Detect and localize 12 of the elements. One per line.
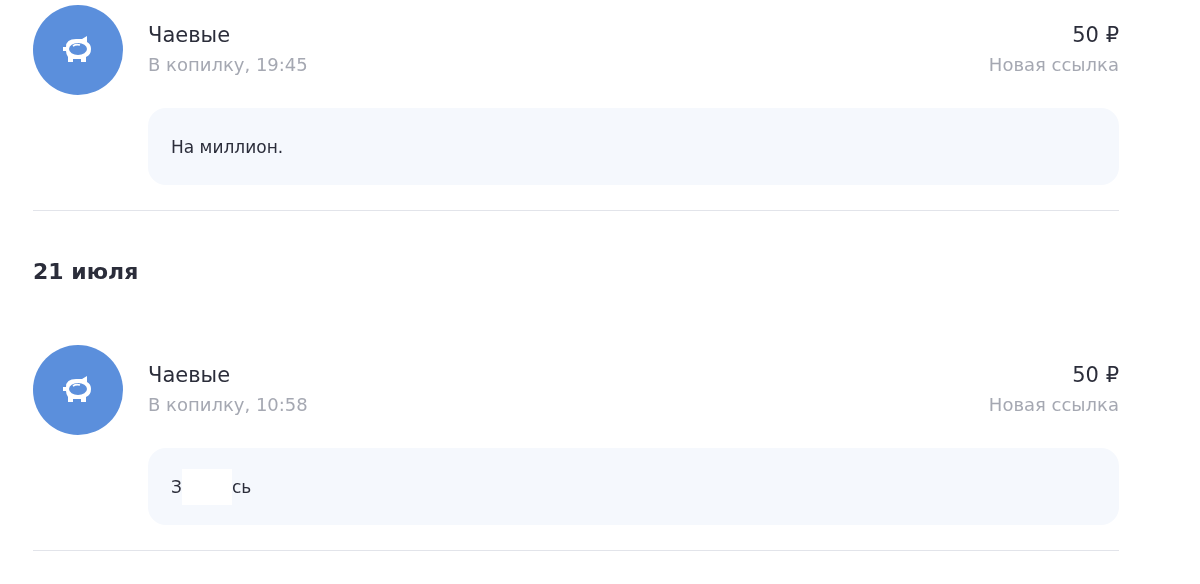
amount: 50 ₽ (1071, 362, 1119, 389)
status-label: Новая ссылка (988, 53, 1119, 77)
transaction-subtitle: В копилку, 19:45 (148, 53, 309, 77)
comment-text: На миллион. (171, 136, 284, 157)
transaction-subtitle: В копилку, 10:58 (148, 393, 309, 417)
date-heading: 21 июля (33, 259, 140, 285)
amount: 50 ₽ (1071, 22, 1119, 49)
transaction-title: Чаевые (148, 22, 232, 49)
comment-text: сь (231, 476, 252, 497)
status-label: Новая ссылка (988, 393, 1119, 417)
comment-text: З (171, 476, 182, 497)
transaction-title: Чаевые (148, 362, 232, 389)
